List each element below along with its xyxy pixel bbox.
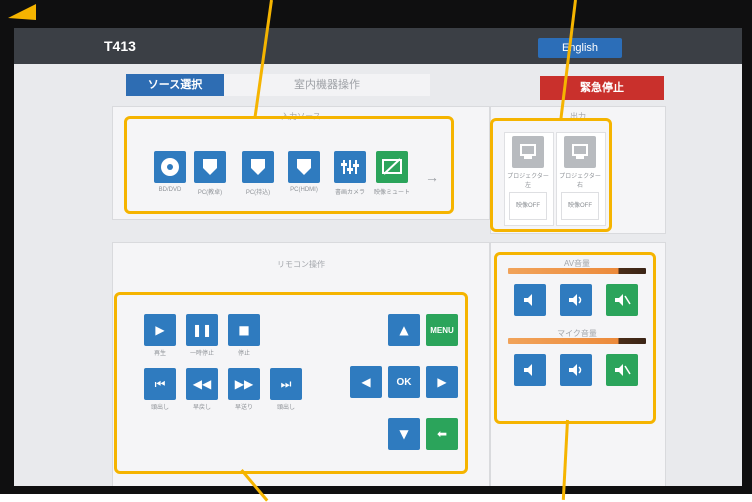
- highlight-output-buttons: [490, 118, 612, 232]
- highlight-source-buttons: [124, 116, 454, 214]
- highlight-remote-buttons: [114, 292, 468, 474]
- title-bar: T413 English: [14, 28, 742, 64]
- corner-arrow-marker: [6, 4, 36, 20]
- language-button[interactable]: English: [538, 38, 622, 58]
- highlight-volume-controls: [494, 252, 656, 424]
- tab-source-select[interactable]: ソース選択: [126, 74, 224, 96]
- remote-panel-title: リモコン操作: [277, 260, 325, 269]
- room-number: T413: [104, 38, 136, 54]
- tab-room-device[interactable]: 室内機器操作: [224, 74, 430, 96]
- emergency-stop-button[interactable]: 緊急停止: [540, 76, 664, 100]
